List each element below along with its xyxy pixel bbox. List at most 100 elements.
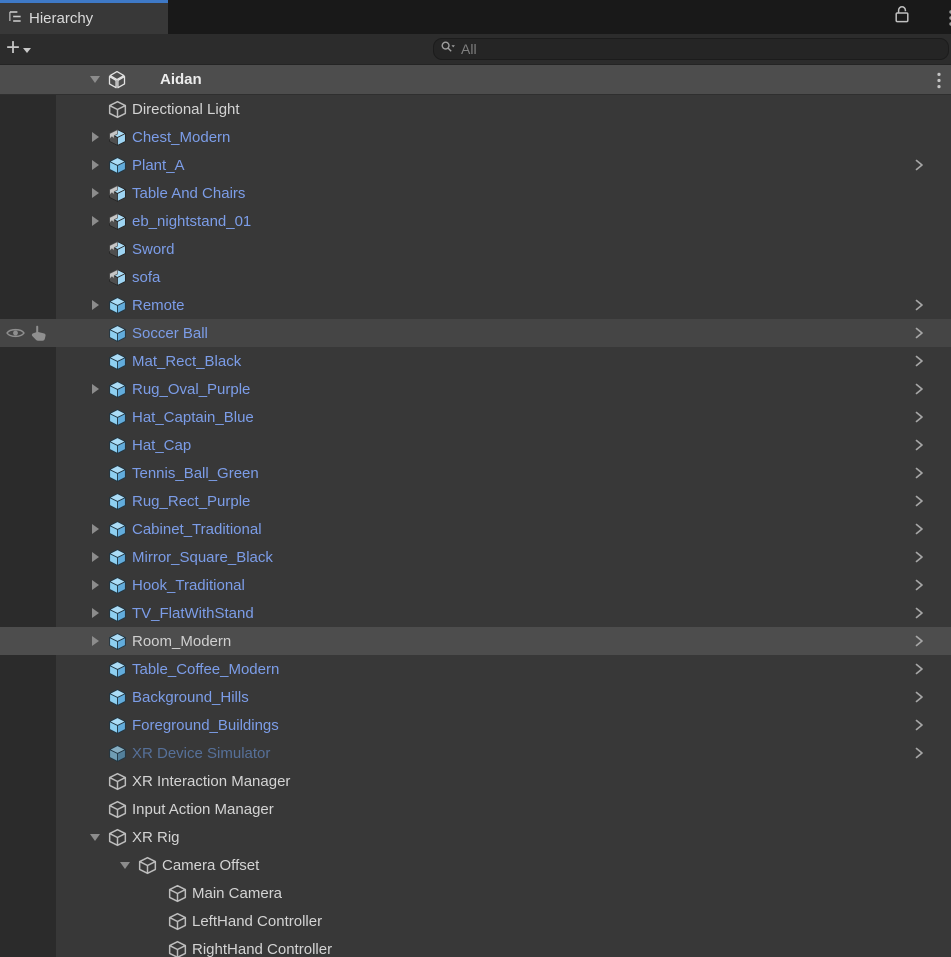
open-prefab-chevron-icon[interactable] <box>913 494 926 513</box>
prefab-cube-icon <box>106 575 128 595</box>
tree-row[interactable]: Rug_Oval_Purple <box>0 375 951 403</box>
indent-spacer <box>56 949 144 950</box>
visibility-eye-icon[interactable] <box>5 324 26 347</box>
create-object-button[interactable]: + <box>6 35 31 61</box>
prefab-cube-icon <box>106 155 128 175</box>
tree-row[interactable]: XR Interaction Manager <box>0 767 951 795</box>
prefab-cube-icon <box>106 547 128 567</box>
indent-spacer <box>56 641 84 642</box>
tree-row[interactable]: Table_Coffee_Modern <box>0 655 951 683</box>
tree-row[interactable]: Rug_Rect_Purple <box>0 487 951 515</box>
object-label: Tennis_Ball_Green <box>132 465 259 482</box>
open-prefab-chevron-icon[interactable] <box>913 354 926 373</box>
tree-row[interactable]: Room_Modern <box>0 627 951 655</box>
expand-arrow[interactable] <box>84 608 106 618</box>
tree-row[interactable]: Soccer Ball <box>0 319 951 347</box>
open-prefab-chevron-icon[interactable] <box>913 690 926 709</box>
open-prefab-chevron-icon[interactable] <box>913 662 926 681</box>
open-prefab-chevron-icon[interactable] <box>913 522 926 541</box>
gameobject-cube-icon <box>106 799 128 819</box>
hierarchy-tree: Directional LightChest_ModernPlant_ATabl… <box>0 95 951 957</box>
tree-row[interactable]: Mat_Rect_Black <box>0 347 951 375</box>
pickability-hand-icon[interactable] <box>29 324 49 348</box>
tree-row[interactable]: Input Action Manager <box>0 795 951 823</box>
tree-row[interactable]: Chest_Modern <box>0 123 951 151</box>
expand-arrow[interactable] <box>84 524 106 534</box>
scene-menu-kebab-icon[interactable] <box>935 72 943 94</box>
prefab-cube-icon <box>106 463 128 483</box>
scene-name: Aidan <box>160 71 202 88</box>
open-prefab-chevron-icon[interactable] <box>913 550 926 569</box>
tree-row[interactable]: Remote <box>0 291 951 319</box>
open-prefab-chevron-icon[interactable] <box>913 158 926 177</box>
open-prefab-chevron-icon[interactable] <box>913 466 926 485</box>
tree-row[interactable]: LeftHand Controller <box>0 907 951 935</box>
tree-row[interactable]: eb_nightstand_01 <box>0 207 951 235</box>
tree-row[interactable]: Table And Chairs <box>0 179 951 207</box>
tree-row[interactable]: Background_Hills <box>0 683 951 711</box>
expand-arrow[interactable] <box>114 862 136 869</box>
open-prefab-chevron-icon[interactable] <box>913 438 926 457</box>
search-input[interactable]: All <box>433 38 949 60</box>
tree-row[interactable]: XR Device Simulator <box>0 739 951 767</box>
tree-row[interactable]: Hook_Traditional <box>0 571 951 599</box>
object-label: Cabinet_Traditional <box>132 521 262 538</box>
tree-row[interactable]: Camera Offset <box>0 851 951 879</box>
gameobject-cube-icon <box>166 939 188 957</box>
expand-arrow[interactable] <box>84 580 106 590</box>
object-label: Mat_Rect_Black <box>132 353 241 370</box>
tree-row[interactable]: Foreground_Buildings <box>0 711 951 739</box>
object-label: Chest_Modern <box>132 129 230 146</box>
tree-row[interactable]: Plant_A <box>0 151 951 179</box>
prefab-cube-icon <box>106 715 128 735</box>
object-label: XR Interaction Manager <box>132 773 290 790</box>
magnifier-icon[interactable] <box>440 40 456 59</box>
open-prefab-chevron-icon[interactable] <box>913 718 926 737</box>
expand-arrow[interactable] <box>84 132 106 142</box>
expand-arrow[interactable] <box>84 636 106 646</box>
unlocked-padlock-icon[interactable] <box>893 4 911 30</box>
tab-hierarchy[interactable]: Hierarchy <box>0 0 168 34</box>
dropdown-caret-icon <box>23 48 31 53</box>
open-prefab-chevron-icon[interactable] <box>913 578 926 597</box>
tree-row[interactable]: Tennis_Ball_Green <box>0 459 951 487</box>
indent-spacer <box>56 249 84 250</box>
expand-arrow[interactable] <box>84 834 106 841</box>
indent-spacer <box>56 445 84 446</box>
open-prefab-chevron-icon[interactable] <box>913 298 926 317</box>
object-label: XR Device Simulator <box>132 745 270 762</box>
expand-arrow[interactable] <box>84 300 106 310</box>
open-prefab-chevron-icon[interactable] <box>913 410 926 429</box>
expand-arrow[interactable] <box>84 216 106 226</box>
tree-row[interactable]: Hat_Captain_Blue <box>0 403 951 431</box>
tree-row[interactable]: Hat_Cap <box>0 431 951 459</box>
tree-row[interactable]: Cabinet_Traditional <box>0 515 951 543</box>
expand-arrow[interactable] <box>84 76 106 83</box>
scene-header-row[interactable]: Aidan <box>0 65 951 95</box>
expand-arrow[interactable] <box>84 384 106 394</box>
open-prefab-chevron-icon[interactable] <box>913 606 926 625</box>
tree-row[interactable]: Directional Light <box>0 95 951 123</box>
tree-row[interactable]: XR Rig <box>0 823 951 851</box>
gameobject-cube-icon <box>166 911 188 931</box>
open-prefab-chevron-icon[interactable] <box>913 634 926 653</box>
tree-row[interactable]: TV_FlatWithStand <box>0 599 951 627</box>
tree-row[interactable]: RightHand Controller <box>0 935 951 957</box>
model-prefab-cube-icon <box>106 183 128 203</box>
indent-spacer <box>56 137 84 138</box>
tree-row[interactable]: sofa <box>0 263 951 291</box>
open-prefab-chevron-icon[interactable] <box>913 746 926 765</box>
hierarchy-panel: Hierarchy + <box>0 0 951 957</box>
open-prefab-chevron-icon[interactable] <box>913 326 926 345</box>
prefab-cube-icon <box>106 351 128 371</box>
expand-arrow[interactable] <box>84 188 106 198</box>
tree-row[interactable]: Main Camera <box>0 879 951 907</box>
tree-row[interactable]: Sword <box>0 235 951 263</box>
object-label: Input Action Manager <box>132 801 274 818</box>
object-label: XR Rig <box>132 829 180 846</box>
open-prefab-chevron-icon[interactable] <box>913 382 926 401</box>
expand-arrow[interactable] <box>84 552 106 562</box>
panel-menu-kebab-icon[interactable] <box>946 8 951 33</box>
tree-row[interactable]: Mirror_Square_Black <box>0 543 951 571</box>
expand-arrow[interactable] <box>84 160 106 170</box>
